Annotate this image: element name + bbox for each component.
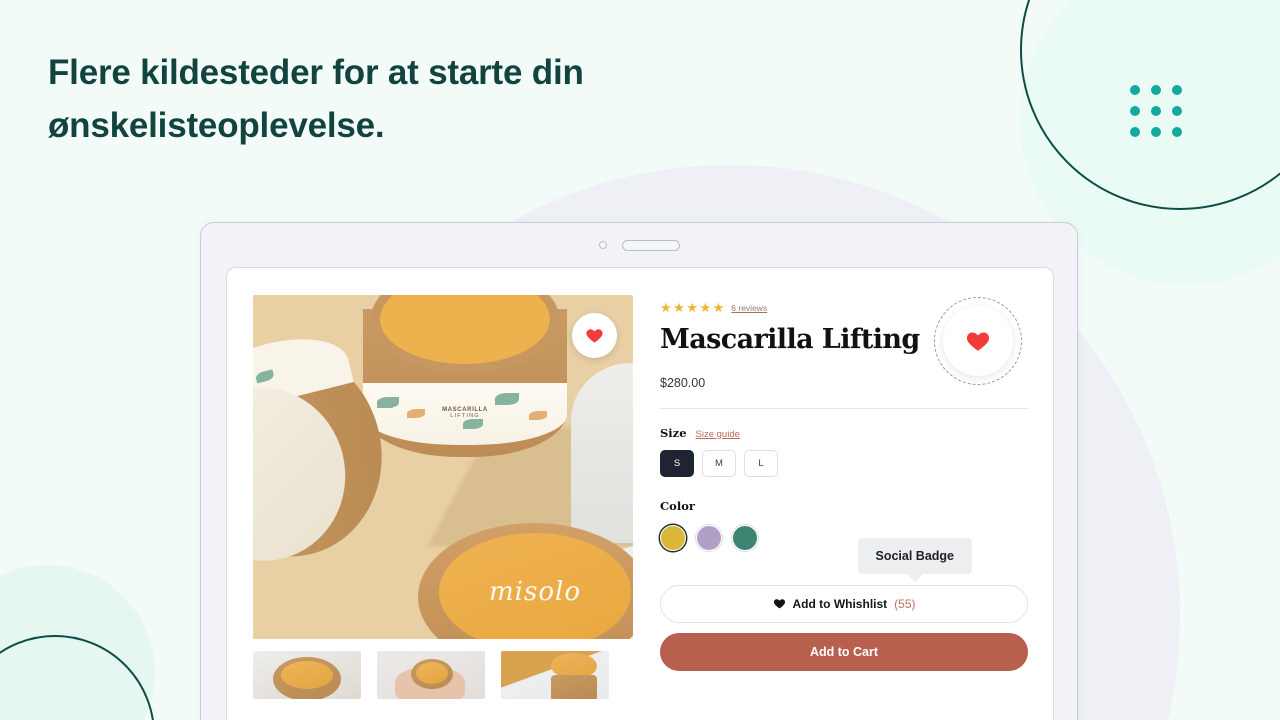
color-swatch-lavender[interactable] bbox=[696, 524, 722, 551]
product-detail-page: MASCARILLA LIFTING misolo ★ ★ ★ ★ ★ 6 re… bbox=[227, 268, 1053, 720]
add-to-wishlist-label: Add to Whishlist bbox=[792, 596, 888, 611]
hero-jar-bottom-face: misolo bbox=[439, 533, 631, 639]
color-swatch-teal[interactable] bbox=[732, 524, 758, 551]
color-options bbox=[660, 524, 1028, 551]
social-badge-tooltip: Social Badge bbox=[857, 538, 972, 574]
size-label: Size bbox=[660, 425, 687, 440]
color-header: Color bbox=[660, 497, 1028, 515]
page-headline: Flere kildesteder for at starte din ønsk… bbox=[48, 53, 584, 146]
product-gallery: MASCARILLA LIFTING misolo bbox=[253, 295, 633, 720]
camera-dot-icon bbox=[598, 241, 607, 249]
thumbnail-3[interactable] bbox=[501, 651, 609, 699]
star-icon: ★ bbox=[660, 300, 672, 315]
star-icon: ★ bbox=[712, 300, 725, 315]
add-to-cart-button[interactable]: Add to Cart bbox=[660, 632, 1028, 671]
star-icon: ★ bbox=[686, 300, 698, 315]
wishlist-heart-button[interactable] bbox=[943, 306, 1013, 376]
size-option-s[interactable]: S bbox=[660, 449, 694, 477]
heart-icon bbox=[773, 599, 785, 609]
heart-icon bbox=[966, 332, 990, 351]
wishlist-count: (55) bbox=[894, 596, 916, 611]
size-option-l[interactable]: L bbox=[744, 449, 778, 477]
thumbnail-1[interactable] bbox=[253, 651, 361, 699]
hero-jar-top-label: MASCARILLA LIFTING bbox=[363, 383, 567, 445]
product-hero-image[interactable]: MASCARILLA LIFTING misolo bbox=[253, 295, 633, 639]
add-to-wishlist-button[interactable]: Add to Whishlist (55) bbox=[660, 584, 1028, 623]
laptop-screen: MASCARILLA LIFTING misolo ★ ★ ★ ★ ★ 6 re… bbox=[226, 267, 1054, 720]
dot-grid-icon bbox=[1130, 85, 1182, 137]
speaker-slot-icon bbox=[621, 239, 680, 251]
details-divider bbox=[660, 407, 1028, 409]
product-title: Mascarilla Lifting bbox=[660, 324, 920, 355]
star-icon: ★ bbox=[699, 300, 712, 315]
heart-icon bbox=[586, 329, 603, 343]
color-label: Color bbox=[660, 498, 695, 513]
size-options: S M L bbox=[660, 449, 1028, 477]
size-header: Size Size guide bbox=[660, 426, 1028, 440]
star-rating-icons: ★ ★ ★ ★ ★ bbox=[660, 301, 724, 314]
size-guide-link[interactable]: Size guide bbox=[696, 429, 740, 440]
size-option-m[interactable]: M bbox=[702, 449, 736, 477]
gallery-wishlist-heart-button[interactable] bbox=[572, 313, 617, 358]
gallery-thumbnails bbox=[253, 651, 633, 699]
star-icon: ★ bbox=[673, 300, 685, 315]
reviews-link[interactable]: 6 reviews bbox=[731, 303, 767, 313]
laptop-bezel bbox=[201, 223, 1077, 267]
product-details: ★ ★ ★ ★ ★ 6 reviews Mascarilla Lifting $… bbox=[660, 295, 1028, 720]
wishlist-selection-ring bbox=[934, 297, 1022, 385]
hero-brand-text: misolo bbox=[489, 577, 581, 607]
thumbnail-2[interactable] bbox=[377, 651, 485, 699]
color-swatch-gold[interactable] bbox=[660, 524, 686, 551]
laptop-frame: MASCARILLA LIFTING misolo ★ ★ ★ ★ ★ 6 re… bbox=[200, 222, 1078, 720]
hero-glass-jar bbox=[571, 363, 633, 543]
hero-label-text: MASCARILLA LIFTING bbox=[442, 407, 488, 419]
